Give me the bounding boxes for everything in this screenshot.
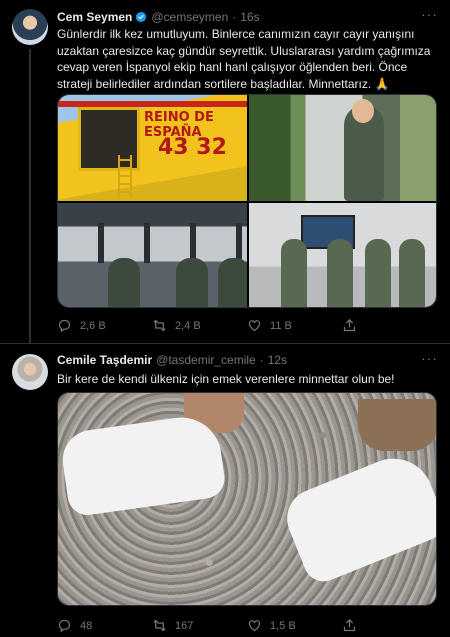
soldier-figure (281, 239, 307, 307)
photo-briefing[interactable] (249, 203, 436, 307)
photo-bandaged-feet[interactable] (57, 392, 437, 606)
tweet-actions: 48 167 1,5 B (57, 618, 437, 633)
pilot-figure (108, 258, 140, 307)
tweet-actions: 2,6 B 2,4 B 11 B (57, 318, 437, 333)
soldier-figure (327, 239, 353, 307)
tweet-text: Günlerdir ilk kez umutluyum. Binlerce ca… (57, 27, 431, 91)
retweet-icon (153, 319, 166, 332)
author-name[interactable]: Cemile Taşdemir (57, 353, 152, 367)
share-button[interactable] (342, 618, 437, 633)
retweet-button[interactable]: 167 (152, 618, 247, 633)
reply-button[interactable]: 2,6 B (57, 318, 152, 333)
separator-dot: · (259, 353, 264, 367)
like-count: 11 B (270, 319, 292, 332)
crew-head (352, 99, 374, 123)
like-button[interactable]: 11 B (247, 318, 342, 333)
avatar[interactable] (12, 354, 48, 390)
reply-count: 48 (80, 619, 93, 632)
bandaged-foot-right (278, 446, 436, 588)
photo-cockpit[interactable] (58, 203, 247, 307)
tweet-cem-seymen[interactable]: Cem Seymen @cemseymen · 16s ··· Günlerdi… (0, 0, 450, 344)
reply-icon (58, 619, 71, 633)
like-button[interactable]: 1,5 B (247, 618, 342, 633)
share-icon (343, 318, 356, 332)
retweet-button[interactable]: 2,4 B (152, 318, 247, 333)
retweet-count: 2,4 B (175, 319, 201, 332)
retweet-icon (153, 619, 166, 632)
reply-button[interactable]: 48 (57, 618, 152, 633)
pilot-figure (176, 258, 208, 307)
tweet-header: Cem Seymen @cemseymen · 16s (57, 10, 260, 24)
author-name[interactable]: Cem Seymen (57, 10, 132, 24)
tweet-header: Cemile Taşdemir @tasdemir_cemile · 12s (57, 353, 287, 367)
reply-icon (58, 319, 71, 333)
share-button[interactable] (342, 318, 437, 333)
pilot-figure (218, 258, 247, 307)
timestamp[interactable]: 12s (268, 353, 287, 367)
reply-count: 2,6 B (80, 319, 106, 332)
plane-number: 43 32 (158, 135, 227, 160)
author-handle[interactable]: @tasdemir_cemile (156, 353, 256, 367)
tweet-text: Bir kere de kendi ülkeniz için emek vere… (57, 372, 395, 386)
soldier-figure (365, 239, 391, 307)
author-handle[interactable]: @cemseymen (151, 10, 228, 24)
separator-dot: · (232, 10, 237, 24)
avatar[interactable] (12, 9, 48, 45)
soldier-figure (399, 239, 425, 307)
cockpit-frame (58, 223, 247, 263)
bandaged-foot-left (58, 412, 228, 518)
verified-badge-icon (136, 11, 147, 23)
plane-ladder (118, 155, 132, 199)
timestamp[interactable]: 16s (240, 10, 259, 24)
more-icon[interactable]: ··· (421, 350, 438, 366)
like-count: 1,5 B (270, 619, 296, 632)
tweet-cemile-tasdemir[interactable]: Cemile Taşdemir @tasdemir_cemile · 12s ·… (0, 343, 450, 637)
photo-crew-member[interactable] (249, 95, 436, 201)
photo-plane[interactable]: REINO DE ESPAÑA 43 32 (58, 95, 247, 201)
share-icon (343, 618, 356, 632)
thread-line (29, 49, 31, 344)
retweet-count: 167 (175, 619, 194, 632)
leg (358, 399, 436, 451)
more-icon[interactable]: ··· (421, 6, 438, 22)
media-grid[interactable]: REINO DE ESPAÑA 43 32 (57, 94, 437, 308)
like-icon (248, 320, 261, 332)
like-icon (248, 620, 261, 632)
